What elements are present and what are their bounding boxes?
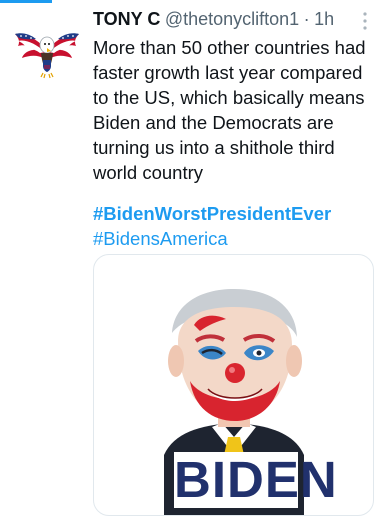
left-ear	[168, 345, 184, 377]
avatar[interactable]	[12, 22, 82, 80]
user-handle[interactable]: @thetonyclifton1	[165, 9, 299, 29]
display-name[interactable]: TONY C	[93, 9, 160, 29]
hashtag-link[interactable]: #BidenWorstPresidentEver	[93, 201, 331, 226]
clown-nose	[225, 363, 245, 383]
hashtag-link[interactable]: #BidensAmerica	[93, 226, 331, 251]
right-ear	[286, 345, 302, 377]
nose-highlight	[229, 367, 235, 373]
media-card[interactable]: BIDEN	[93, 254, 374, 516]
more-options-glyph	[363, 12, 367, 30]
more-options-icon[interactable]	[363, 12, 367, 35]
eagle-flag-icon	[15, 33, 79, 79]
right-pupil	[256, 350, 262, 356]
hashtag-list: #BidenWorstPresidentEver #BidensAmerica	[93, 201, 331, 251]
separator-dot: ·	[303, 9, 310, 29]
tweet-text: More than 50 other countries had faster …	[93, 37, 366, 183]
timestamp[interactable]: 1h	[314, 9, 334, 29]
tweet-header: TONY C @thetonyclifton1 · 1h	[93, 9, 371, 33]
top-accent-bar	[0, 0, 52, 3]
